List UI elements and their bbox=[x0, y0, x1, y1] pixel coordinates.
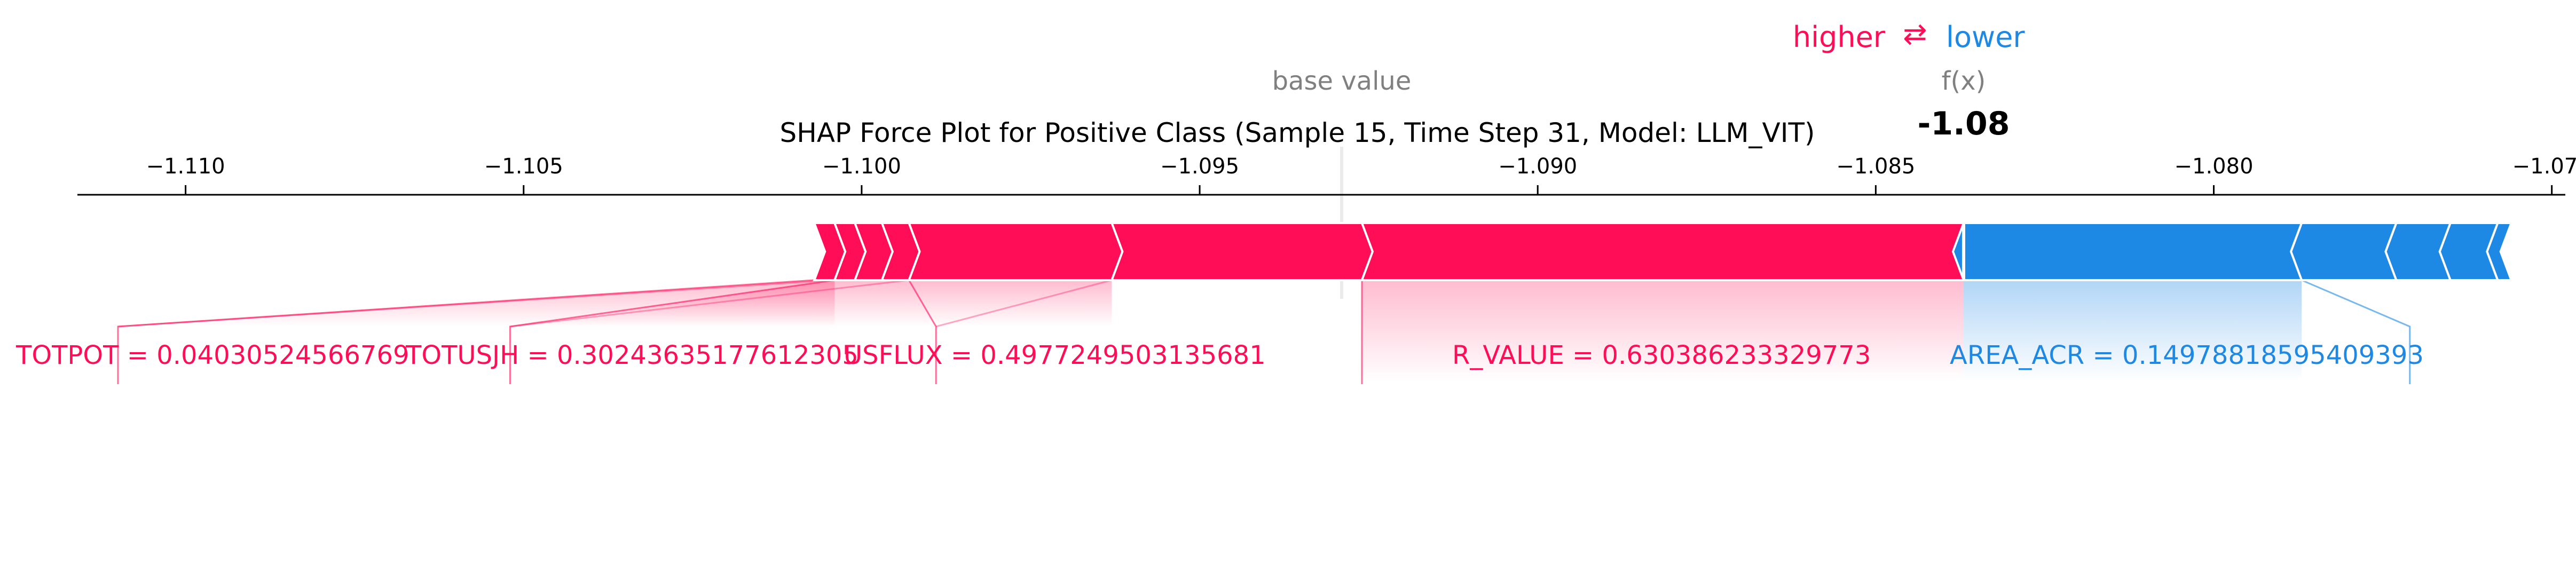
base-value-label: base value bbox=[1272, 66, 1412, 96]
x-tick-label: −1.110 bbox=[146, 154, 225, 179]
legend-higher: higher bbox=[1793, 20, 1886, 54]
negative-bar-segment bbox=[2290, 222, 2398, 281]
feature-label: USFLUX = 0.4977249503135681 bbox=[844, 340, 1266, 370]
negative-bar-segment bbox=[1951, 222, 2304, 281]
feature-label: TOTUSJH = 0.30243635177612305 bbox=[405, 340, 858, 370]
feature-label: TOTPOT = 0.04030524566769 bbox=[15, 340, 409, 370]
fx-label: f(x) bbox=[1942, 66, 1986, 96]
x-tick-label: −1.085 bbox=[1836, 154, 1915, 179]
positive-bar-segment bbox=[907, 222, 1124, 281]
fx-value: -1.08 bbox=[1918, 105, 2010, 142]
force-bars bbox=[813, 222, 2513, 281]
x-tick-label: −1.080 bbox=[2175, 154, 2254, 179]
feature-labels: TOTPOT = 0.04030524566769TOTUSJH = 0.302… bbox=[15, 340, 2424, 370]
chart-title: SHAP Force Plot for Positive Class (Samp… bbox=[779, 117, 1815, 148]
feature-shade bbox=[909, 280, 1112, 327]
x-tick-label: −1.100 bbox=[822, 154, 901, 179]
legend-lower: lower bbox=[1946, 20, 2025, 54]
x-tick-label: −1.090 bbox=[1498, 154, 1577, 179]
positive-bar-segment bbox=[1360, 222, 1976, 281]
feature-label: AREA_ACR = 0.14978818595409393 bbox=[1950, 340, 2424, 370]
x-tick-label: −1.075 bbox=[2512, 154, 2576, 179]
feature-label: R_VALUE = 0.630386233329773 bbox=[1452, 340, 1871, 370]
x-tick-label: −1.095 bbox=[1160, 154, 1239, 179]
x-axis: −1.110 −1.105 −1.100 −1.095 −1.090 −1.085 −1.0… bbox=[77, 154, 2576, 196]
x-tick-label: −1.105 bbox=[484, 154, 563, 179]
shap-force-plot: higher ⇄ lower base value f(x) -1.08 SHA… bbox=[15, 17, 2576, 384]
legend-arrow-icon: ⇄ bbox=[1903, 17, 1927, 51]
positive-bar-segment bbox=[1110, 222, 1374, 281]
